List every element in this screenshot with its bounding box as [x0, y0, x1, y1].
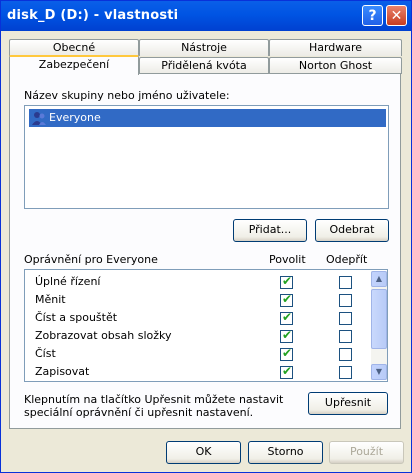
apply-button: Použít — [329, 441, 404, 464]
window-title: disk_D (D:) - vlastnosti — [7, 8, 179, 23]
advanced-hint-line2: speciální oprávnění či upřesnit nastaven… — [24, 406, 254, 419]
deny-checkbox[interactable] — [339, 330, 352, 343]
allow-checkbox[interactable]: ✔ — [280, 274, 293, 289]
user-name: Everyone — [49, 111, 101, 124]
check-icon: ✔ — [282, 346, 293, 360]
properties-window: disk_D (D:) - vlastnosti ? ✕ Obecné Nást… — [0, 0, 412, 473]
advanced-button[interactable]: Upřesnit — [308, 392, 388, 415]
allow-header: Povolit — [269, 253, 306, 266]
permissions-list: Úplné řízení ✔ Měnit ✔ Číst a spouštět ✔… — [24, 269, 388, 382]
check-icon: ✔ — [282, 328, 293, 342]
permission-name: Měnit — [35, 293, 66, 306]
deny-checkbox[interactable] — [339, 348, 352, 361]
advanced-hint-line1: Klepnutím na tlačítko Upřesnit můžete na… — [24, 393, 284, 406]
check-icon: ✔ — [282, 364, 293, 378]
user-group-icon — [32, 112, 46, 125]
scroll-up-icon[interactable]: ▲ — [371, 271, 387, 287]
tab-tools[interactable]: Nástroje — [139, 39, 269, 56]
tab-norton-ghost[interactable]: Norton Ghost — [269, 57, 402, 74]
remove-button[interactable]: Odebrat — [315, 219, 389, 242]
tab-security[interactable]: Zabezpečení — [9, 55, 139, 75]
add-button[interactable]: Přidat... — [233, 219, 307, 242]
permission-name: Číst a spouštět — [35, 311, 118, 324]
help-button[interactable]: ? — [362, 5, 383, 26]
deny-checkbox[interactable] — [339, 312, 352, 325]
permission-name: Zobrazovat obsah složky — [35, 329, 172, 342]
deny-checkbox[interactable] — [339, 366, 352, 379]
permission-name: Zapisovat — [35, 365, 90, 378]
user-list[interactable]: Everyone — [24, 105, 389, 209]
allow-checkbox[interactable]: ✔ — [280, 328, 293, 343]
close-button[interactable]: ✕ — [386, 5, 407, 26]
check-icon: ✔ — [282, 274, 293, 288]
check-icon: ✔ — [282, 310, 293, 324]
permission-name: Úplné řízení — [35, 275, 101, 288]
permissions-scrollbar[interactable]: ▲ ▼ — [371, 271, 387, 380]
permissions-header: Oprávnění pro Everyone — [24, 253, 158, 266]
title-bar[interactable]: disk_D (D:) - vlastnosti ? ✕ — [1, 1, 411, 31]
list-item[interactable]: Everyone — [29, 109, 386, 127]
scroll-down-icon[interactable]: ▼ — [371, 364, 387, 380]
allow-checkbox[interactable]: ✔ — [280, 364, 293, 379]
ok-button[interactable]: OK — [166, 441, 241, 464]
check-icon: ✔ — [282, 292, 293, 306]
deny-checkbox[interactable] — [339, 294, 352, 307]
allow-checkbox[interactable]: ✔ — [280, 346, 293, 361]
group-label: Název skupiny nebo jméno uživatele: — [24, 89, 230, 102]
tab-general[interactable]: Obecné — [9, 39, 139, 56]
tab-quota[interactable]: Přidělená kvóta — [139, 57, 269, 74]
tab-hardware[interactable]: Hardware — [269, 39, 402, 56]
deny-header: Odepřít — [326, 253, 368, 266]
cancel-button[interactable]: Storno — [248, 441, 323, 464]
deny-checkbox[interactable] — [339, 276, 352, 289]
scroll-thumb[interactable] — [371, 289, 387, 349]
allow-checkbox[interactable]: ✔ — [280, 310, 293, 325]
permission-name: Číst — [35, 347, 56, 360]
allow-checkbox[interactable]: ✔ — [280, 292, 293, 307]
